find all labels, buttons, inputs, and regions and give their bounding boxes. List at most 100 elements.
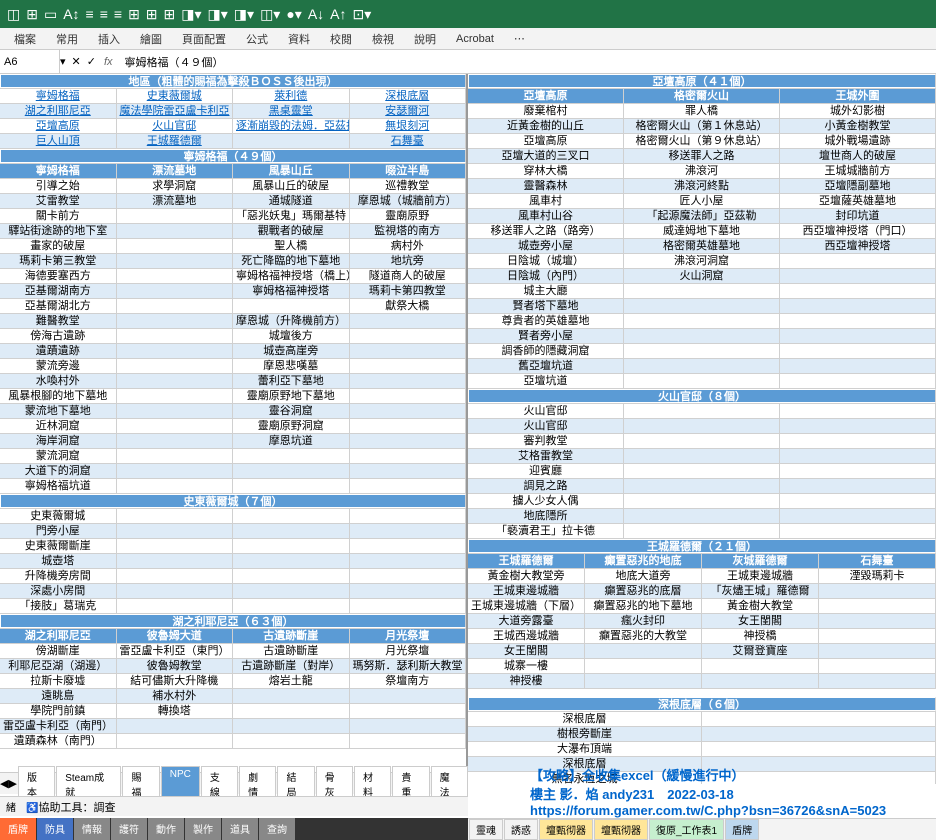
table-cell[interactable]: 通城隧道 — [233, 194, 350, 208]
table-cell[interactable] — [350, 359, 467, 373]
table-cell[interactable] — [117, 269, 234, 283]
table-cell[interactable]: 女王閨閣 — [702, 614, 819, 628]
table-cell[interactable]: 火山官邸 — [468, 419, 624, 433]
table-cell[interactable]: 海德要塞西方 — [0, 269, 117, 283]
table-cell[interactable] — [624, 284, 780, 298]
table-cell[interactable] — [780, 299, 936, 313]
table-cell[interactable]: 補水村外 — [117, 689, 234, 703]
table-cell[interactable]: 祭壇南方 — [350, 674, 467, 688]
table-cell[interactable] — [117, 599, 234, 613]
table-cell[interactable]: 地坑旁 — [350, 254, 467, 268]
table-cell[interactable] — [624, 299, 780, 313]
formula-value[interactable]: 寧姆格福（４９個） — [121, 54, 228, 70]
table-cell[interactable]: 擄人少女人偶 — [468, 494, 624, 508]
table-cell[interactable]: 黃金樹大教堂旁 — [468, 569, 585, 583]
table-cell[interactable]: 王城城牆前方 — [780, 164, 936, 178]
table-cell[interactable]: 西亞壇神授塔 — [780, 239, 936, 253]
table-cell[interactable]: 引導之始 — [0, 179, 117, 193]
table-cell[interactable] — [233, 464, 350, 478]
table-cell[interactable]: 史東薇爾城 — [117, 89, 234, 103]
table-cell[interactable] — [624, 479, 780, 493]
menu-home[interactable]: 常用 — [56, 31, 78, 47]
table-cell[interactable] — [233, 599, 350, 613]
sheet-tab[interactable]: 靈魂 — [469, 819, 503, 840]
table-cell[interactable]: 城外戰場遺跡 — [780, 134, 936, 148]
table-cell[interactable] — [585, 674, 702, 688]
table-cell[interactable] — [117, 584, 234, 598]
table-cell[interactable]: 難醫教堂 — [0, 314, 117, 328]
table-cell[interactable] — [117, 449, 234, 463]
table-cell[interactable]: 聖人橋 — [233, 239, 350, 253]
table-cell[interactable] — [117, 314, 234, 328]
ribbon-icon[interactable]: A↕ — [63, 6, 79, 22]
table-cell[interactable]: 威達姆地下墓地 — [624, 224, 780, 238]
table-cell[interactable] — [350, 434, 467, 448]
table-cell[interactable] — [350, 509, 467, 523]
bottom-tab[interactable]: 護符 — [111, 818, 147, 840]
table-cell[interactable]: 調香師的隱藏洞窟 — [468, 344, 624, 358]
table-cell[interactable] — [233, 479, 350, 493]
table-cell[interactable]: 靈廟原野洞窟 — [233, 419, 350, 433]
table-cell[interactable] — [624, 359, 780, 373]
table-cell[interactable] — [780, 434, 936, 448]
table-cell[interactable]: 亞基爾湖南方 — [0, 284, 117, 298]
ribbon-icon[interactable]: ⊞ — [26, 6, 38, 23]
sheet-tab[interactable]: 壇甄彻器 — [594, 819, 648, 840]
table-cell[interactable]: 「接肢」葛瑞克 — [0, 599, 117, 613]
table-cell[interactable] — [350, 704, 467, 718]
menu-review[interactable]: 校閱 — [330, 31, 352, 47]
sheet-tab[interactable]: 壇甄彻器 — [539, 819, 593, 840]
ribbon-icon[interactable]: A↑ — [330, 6, 346, 22]
table-cell[interactable] — [350, 389, 467, 403]
bottom-tab[interactable]: 防具 — [37, 818, 73, 840]
table-cell[interactable]: 匠人小屋 — [624, 194, 780, 208]
table-cell[interactable] — [350, 719, 467, 733]
ribbon-icon[interactable]: ●▾ — [286, 6, 301, 23]
table-cell[interactable]: 瑪努斯．瑟利斯大教堂 — [350, 659, 467, 673]
sheet-tab[interactable]: 誘惑 — [504, 819, 538, 840]
table-cell[interactable]: 求學洞窟 — [117, 179, 234, 193]
table-cell[interactable]: 摩恩悲嘆墓 — [233, 359, 350, 373]
table-cell[interactable]: 靈廟原野 — [350, 209, 467, 223]
table-cell[interactable]: 畫家的破屋 — [0, 239, 117, 253]
table-cell[interactable]: 穿林大橋 — [468, 164, 624, 178]
menu-file[interactable]: 檔案 — [14, 31, 36, 47]
table-cell[interactable] — [233, 704, 350, 718]
table-cell[interactable]: 沸滾河洞窟 — [624, 254, 780, 268]
table-cell[interactable] — [233, 689, 350, 703]
table-cell[interactable]: 拉斯卡廢墟 — [0, 674, 117, 688]
table-cell[interactable]: 亞壇隱副墓地 — [780, 179, 936, 193]
table-cell[interactable]: 史東薇爾城 — [0, 509, 117, 523]
table-cell[interactable]: 蕾利亞下墓地 — [233, 374, 350, 388]
table-cell[interactable] — [780, 479, 936, 493]
table-cell[interactable]: 湮毀瑪莉卡 — [819, 569, 936, 583]
ribbon-icon[interactable]: ◫▾ — [260, 6, 280, 23]
table-cell[interactable]: 封印坑道 — [780, 209, 936, 223]
table-cell[interactable] — [624, 524, 780, 538]
cell-reference[interactable]: A6 — [0, 50, 60, 73]
table-cell[interactable] — [350, 734, 467, 748]
table-cell[interactable] — [117, 524, 234, 538]
table-cell[interactable] — [350, 584, 467, 598]
table-cell[interactable] — [780, 494, 936, 508]
table-cell[interactable]: 水喚村外 — [0, 374, 117, 388]
table-cell[interactable] — [819, 674, 936, 688]
table-cell[interactable]: 利耶尼亞湖（湖邊） — [0, 659, 117, 673]
bottom-tab[interactable]: 道具 — [222, 818, 258, 840]
table-cell[interactable]: 艾雷教堂 — [0, 194, 117, 208]
table-cell[interactable]: 風車村 — [468, 194, 624, 208]
table-cell[interactable]: 月光祭壇 — [350, 644, 467, 658]
table-cell[interactable]: 城壺高崖旁 — [233, 344, 350, 358]
table-cell[interactable] — [350, 419, 467, 433]
table-cell[interactable]: 城主大廳 — [468, 284, 624, 298]
table-cell[interactable]: 風暴山丘的破屋 — [233, 179, 350, 193]
table-cell[interactable] — [350, 569, 467, 583]
table-cell[interactable]: 王城羅德爾 — [117, 134, 234, 148]
table-cell[interactable] — [117, 224, 234, 238]
table-cell[interactable]: 靈廟原野地下墓地 — [233, 389, 350, 403]
menu-view[interactable]: 檢視 — [372, 31, 394, 47]
table-cell[interactable] — [624, 509, 780, 523]
table-cell[interactable] — [233, 584, 350, 598]
tab-nav-right[interactable]: ▶ — [8, 777, 16, 790]
table-cell[interactable]: 遺蹟遺跡 — [0, 344, 117, 358]
